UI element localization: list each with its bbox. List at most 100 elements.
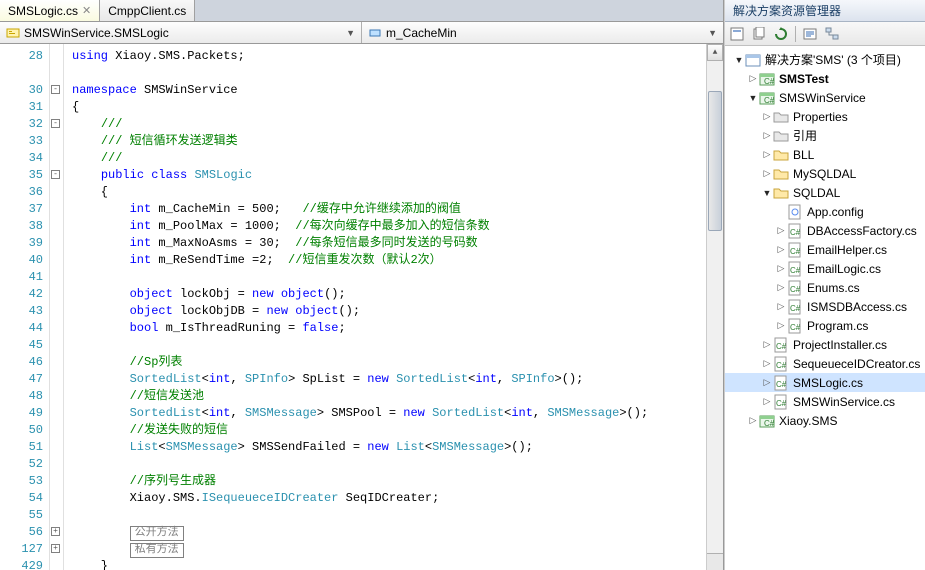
tree-node[interactable]: ▼C#SMSWinService — [725, 88, 925, 107]
view-class-diagram-icon[interactable] — [824, 26, 840, 42]
solution-tree[interactable]: ▼解决方案'SMS' (3 个项目)▷C#SMSTest▼C#SMSWinSer… — [725, 46, 925, 570]
line-number — [0, 65, 43, 82]
tree-node-label: Xiaoy.SMS — [778, 414, 838, 428]
cs-icon: C# — [787, 223, 803, 239]
vertical-scrollbar[interactable]: ▲ ▼ — [706, 44, 723, 570]
tree-node[interactable]: ▷MySQLDAL — [725, 164, 925, 183]
line-number: 31 — [0, 99, 43, 116]
tree-node[interactable]: ▷C#EmailHelper.cs — [725, 240, 925, 259]
tree-node[interactable]: ▷C#DBAccessFactory.cs — [725, 221, 925, 240]
close-icon[interactable]: ✕ — [82, 4, 91, 17]
tree-node-label: EmailLogic.cs — [806, 262, 882, 276]
line-number: 32 — [0, 116, 43, 133]
line-number: 40 — [0, 252, 43, 269]
line-number: 45 — [0, 337, 43, 354]
tree-node-label: App.config — [806, 205, 865, 219]
tree-node[interactable]: ▷BLL — [725, 145, 925, 164]
line-number: 41 — [0, 269, 43, 286]
field-icon — [368, 26, 382, 40]
scroll-thumb[interactable] — [708, 91, 722, 231]
class-icon — [6, 26, 20, 40]
tree-node-label: Program.cs — [806, 319, 869, 333]
code-text[interactable]: using Xiaoy.SMS.Packets; namespace SMSWi… — [64, 44, 706, 570]
tree-node[interactable]: ▷C#SequeueceIDCreator.cs — [725, 354, 925, 373]
tree-node[interactable]: ▷C#Enums.cs — [725, 278, 925, 297]
tree-node-label: ProjectInstaller.cs — [792, 338, 888, 352]
outlining-margin: - - - + + — [50, 44, 64, 570]
svg-text:C#: C# — [790, 228, 801, 237]
tree-node[interactable]: ▷C#ProjectInstaller.cs — [725, 335, 925, 354]
cs-icon: C# — [787, 242, 803, 258]
tree-node[interactable]: ▷C#SMSTest — [725, 69, 925, 88]
svg-text:C#: C# — [764, 77, 775, 86]
view-code-icon[interactable] — [802, 26, 818, 42]
refresh-icon[interactable] — [773, 26, 789, 42]
line-number: 30 — [0, 82, 43, 99]
line-number: 33 — [0, 133, 43, 150]
tree-node-label: BLL — [792, 148, 815, 162]
solution-explorer-title: 解决方案资源管理器 — [725, 0, 925, 22]
tree-node-label: Properties — [792, 110, 849, 124]
tab-smslogic[interactable]: SMSLogic.cs ✕ — [0, 0, 100, 21]
tree-node[interactable]: ▷C#EmailLogic.cs — [725, 259, 925, 278]
tree-node[interactable]: ▼解决方案'SMS' (3 个项目) — [725, 50, 925, 69]
type-dropdown[interactable]: SMSWinService.SMSLogic ▼ — [0, 22, 362, 43]
properties-icon[interactable] — [729, 26, 745, 42]
tree-node[interactable]: ▷C#ISMSDBAccess.cs — [725, 297, 925, 316]
config-icon — [787, 204, 803, 220]
collapsed-region[interactable]: 私有方法 — [130, 543, 184, 558]
line-number: 44 — [0, 320, 43, 337]
proj-icon: C# — [759, 90, 775, 106]
tree-node[interactable]: ▷Properties — [725, 107, 925, 126]
show-all-files-icon[interactable] — [751, 26, 767, 42]
line-number: 35 — [0, 167, 43, 184]
splitter-handle[interactable] — [707, 553, 723, 570]
proj-icon: C# — [759, 413, 775, 429]
svg-text:C#: C# — [764, 96, 775, 105]
tree-node-label: SMSWinService.cs — [792, 395, 896, 409]
tree-node[interactable]: ▷引用 — [725, 126, 925, 145]
svg-text:C#: C# — [776, 399, 787, 408]
scroll-up-button[interactable]: ▲ — [707, 44, 723, 61]
cs-icon: C# — [773, 337, 789, 353]
folder-icon — [773, 147, 789, 163]
tree-node[interactable]: ▷C#SMSWinService.cs — [725, 392, 925, 411]
outline-toggle[interactable]: - — [51, 85, 60, 94]
line-number: 55 — [0, 507, 43, 524]
cs-icon: C# — [787, 299, 803, 315]
tree-node-label: Enums.cs — [806, 281, 861, 295]
line-number: 38 — [0, 218, 43, 235]
tab-cmppclient[interactable]: CmppClient.cs — [100, 0, 195, 21]
line-number-gutter: 28 3031323334353637383940414243444546474… — [0, 44, 50, 570]
tree-node[interactable]: App.config — [725, 202, 925, 221]
folder-ref-icon — [773, 109, 789, 125]
navigation-bar: SMSWinService.SMSLogic ▼ m_CacheMin ▼ — [0, 22, 723, 44]
scroll-track[interactable] — [707, 61, 723, 536]
outline-toggle[interactable]: - — [51, 119, 60, 128]
svg-text:C#: C# — [790, 247, 801, 256]
tree-node-label: SQLDAL — [792, 186, 841, 200]
svg-text:C#: C# — [790, 323, 801, 332]
code-editor[interactable]: 28 3031323334353637383940414243444546474… — [0, 44, 723, 570]
outline-toggle[interactable]: + — [51, 527, 60, 536]
cs-icon: C# — [787, 280, 803, 296]
outline-toggle[interactable]: + — [51, 544, 60, 553]
tree-node[interactable]: ▷C#Xiaoy.SMS — [725, 411, 925, 430]
line-number: 34 — [0, 150, 43, 167]
toolbar-separator — [795, 26, 796, 42]
line-number: 50 — [0, 422, 43, 439]
line-number: 52 — [0, 456, 43, 473]
svg-text:C#: C# — [790, 304, 801, 313]
folder-icon — [773, 185, 789, 201]
member-dropdown[interactable]: m_CacheMin ▼ — [362, 22, 723, 43]
outline-toggle[interactable]: - — [51, 170, 60, 179]
svg-text:C#: C# — [776, 361, 787, 370]
cs-icon: C# — [787, 318, 803, 334]
collapsed-region[interactable]: 公开方法 — [130, 526, 184, 541]
tree-node-label: 引用 — [792, 127, 818, 144]
tree-node[interactable]: ▼SQLDAL — [725, 183, 925, 202]
tree-node[interactable]: ▷C#SMSLogic.cs — [725, 373, 925, 392]
tree-node-label: SMSWinService — [778, 91, 867, 105]
tree-node[interactable]: ▷C#Program.cs — [725, 316, 925, 335]
chevron-down-icon: ▼ — [708, 28, 717, 38]
